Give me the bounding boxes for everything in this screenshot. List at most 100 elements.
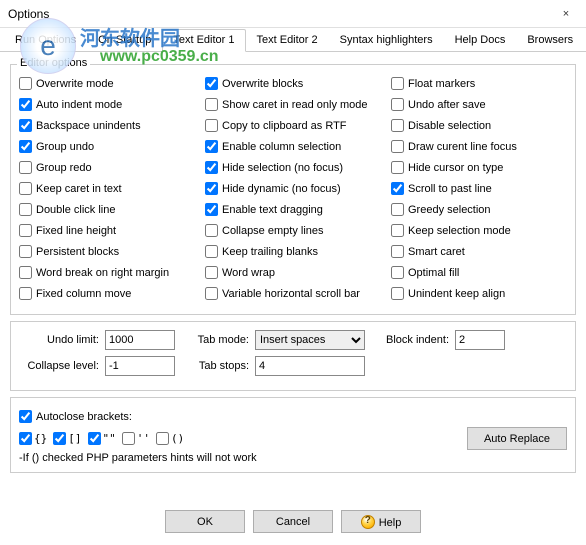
option-collapse_empty[interactable]: Collapse empty lines <box>205 220 381 241</box>
option-enable_col_sel[interactable]: Enable column selection <box>205 136 381 157</box>
checkbox-greedy_selection[interactable] <box>391 203 404 216</box>
option-keep_trailing[interactable]: Keep trailing blanks <box>205 241 381 262</box>
option-word_break_margin[interactable]: Word break on right margin <box>19 262 195 283</box>
checkbox-group_redo[interactable] <box>19 161 32 174</box>
checkbox-group_undo[interactable] <box>19 140 32 153</box>
option-overwrite_blocks[interactable]: Overwrite blocks <box>205 73 381 94</box>
checkbox-smart_caret[interactable] <box>391 245 404 258</box>
option-persistent_blocks[interactable]: Persistent blocks <box>19 241 195 262</box>
checkbox-backspace_unindents[interactable] <box>19 119 32 132</box>
bracket-check-""[interactable] <box>88 432 101 445</box>
option-auto_indent[interactable]: Auto indent mode <box>19 94 195 115</box>
tab-bar: Run OptionsOn StartupText Editor 1Text E… <box>0 28 586 52</box>
checkbox-hide_dyn_nofocus[interactable] <box>205 182 218 195</box>
option-hide_cursor_type[interactable]: Hide cursor on type <box>391 157 567 178</box>
checkbox-keep_sel_mode[interactable] <box>391 224 404 237</box>
option-unindent_keep_align[interactable]: Unindent keep align <box>391 283 567 304</box>
checkbox-var_hscroll[interactable] <box>205 287 218 300</box>
checkbox-float_markers[interactable] <box>391 77 404 90</box>
tab-mode-select[interactable]: Insert spaces <box>255 330 365 350</box>
dialog-buttons: OK Cancel Help <box>0 510 586 533</box>
checkbox-collapse_empty[interactable] <box>205 224 218 237</box>
option-copy_rtf[interactable]: Copy to clipboard as RTF <box>205 115 381 136</box>
label-draw_curline_focus: Draw curent line focus <box>408 141 517 153</box>
tab-syntax-highlighters[interactable]: Syntax highlighters <box>329 29 444 52</box>
checkbox-optimal_fill[interactable] <box>391 266 404 279</box>
option-var_hscroll[interactable]: Variable horizontal scroll bar <box>205 283 381 304</box>
option-float_markers[interactable]: Float markers <box>391 73 567 94</box>
checkbox-draw_curline_focus[interactable] <box>391 140 404 153</box>
checkbox-disable_selection[interactable] <box>391 119 404 132</box>
tab-text-editor-2[interactable]: Text Editor 2 <box>246 29 329 52</box>
tab-text-editor-1[interactable]: Text Editor 1 <box>162 29 245 52</box>
option-double_click_line[interactable]: Double click line <box>19 199 195 220</box>
option-optimal_fill[interactable]: Optimal fill <box>391 262 567 283</box>
tab-mode-label: Tab mode: <box>181 334 249 346</box>
checkbox-enable_col_sel[interactable] <box>205 140 218 153</box>
checkbox-unindent_keep_align[interactable] <box>391 287 404 300</box>
tab-browsers[interactable]: Browsers <box>516 29 584 52</box>
help-button[interactable]: Help <box>341 510 421 533</box>
checkbox-copy_rtf[interactable] <box>205 119 218 132</box>
option-draw_curline_focus[interactable]: Draw curent line focus <box>391 136 567 157</box>
bracket-check-[][interactable] <box>53 432 66 445</box>
bracket-check-()[interactable] <box>156 432 169 445</box>
close-button[interactable]: × <box>546 0 586 28</box>
option-disable_selection[interactable]: Disable selection <box>391 115 567 136</box>
checkbox-hide_cursor_type[interactable] <box>391 161 404 174</box>
option-greedy_selection[interactable]: Greedy selection <box>391 199 567 220</box>
option-scroll_past_line[interactable]: Scroll to past line <box>391 178 567 199</box>
option-group_redo[interactable]: Group redo <box>19 157 195 178</box>
option-group_undo[interactable]: Group undo <box>19 136 195 157</box>
autoclose-brackets-check[interactable]: Autoclose brackets: <box>19 406 567 427</box>
checkbox-auto_indent[interactable] <box>19 98 32 111</box>
label-persistent_blocks: Persistent blocks <box>36 246 119 258</box>
checkbox-double_click_line[interactable] <box>19 203 32 216</box>
option-fixed_column_move[interactable]: Fixed column move <box>19 283 195 304</box>
cancel-button[interactable]: Cancel <box>253 510 333 533</box>
option-undo_after_save[interactable]: Undo after save <box>391 94 567 115</box>
bracket-pair-(): () <box>171 432 184 445</box>
checkbox-word_break_margin[interactable] <box>19 266 32 279</box>
help-icon <box>361 515 375 529</box>
collapse-level-input[interactable] <box>105 356 175 376</box>
checkbox-keep_caret[interactable] <box>19 182 32 195</box>
option-overwrite_mode[interactable]: Overwrite mode <box>19 73 195 94</box>
label-greedy_selection: Greedy selection <box>408 204 491 216</box>
checkbox-hide_sel_nofocus[interactable] <box>205 161 218 174</box>
tab-stops-input[interactable] <box>255 356 365 376</box>
ok-button[interactable]: OK <box>165 510 245 533</box>
checkbox-scroll_past_line[interactable] <box>391 182 404 195</box>
option-word_wrap[interactable]: Word wrap <box>205 262 381 283</box>
checkbox-overwrite_blocks[interactable] <box>205 77 218 90</box>
tab-on-startup[interactable]: On Startup <box>87 29 162 52</box>
option-keep_caret[interactable]: Keep caret in text <box>19 178 195 199</box>
option-show_caret_ro[interactable]: Show caret in read only mode <box>205 94 381 115</box>
checkbox-fixed_line_height[interactable] <box>19 224 32 237</box>
checkbox-keep_trailing[interactable] <box>205 245 218 258</box>
auto-replace-button[interactable]: Auto Replace <box>467 427 567 450</box>
option-enable_text_drag[interactable]: Enable text dragging <box>205 199 381 220</box>
bracket-check-{}[interactable] <box>19 432 32 445</box>
checkbox-word_wrap[interactable] <box>205 266 218 279</box>
option-fixed_line_height[interactable]: Fixed line height <box>19 220 195 241</box>
tab-help-docs[interactable]: Help Docs <box>444 29 517 52</box>
option-hide_sel_nofocus[interactable]: Hide selection (no focus) <box>205 157 381 178</box>
bracket-check-''[interactable] <box>122 432 135 445</box>
settings-group: Undo limit: Tab mode: Insert spaces Bloc… <box>10 321 576 391</box>
option-smart_caret[interactable]: Smart caret <box>391 241 567 262</box>
option-backspace_unindents[interactable]: Backspace unindents <box>19 115 195 136</box>
checkbox-persistent_blocks[interactable] <box>19 245 32 258</box>
undo-limit-input[interactable] <box>105 330 175 350</box>
checkbox-overwrite_mode[interactable] <box>19 77 32 90</box>
tab-run-options[interactable]: Run Options <box>4 29 87 52</box>
option-keep_sel_mode[interactable]: Keep selection mode <box>391 220 567 241</box>
autoclose-checkbox[interactable] <box>19 410 32 423</box>
option-hide_dyn_nofocus[interactable]: Hide dynamic (no focus) <box>205 178 381 199</box>
checkbox-enable_text_drag[interactable] <box>205 203 218 216</box>
block-indent-input[interactable] <box>455 330 505 350</box>
checkbox-undo_after_save[interactable] <box>391 98 404 111</box>
checkbox-show_caret_ro[interactable] <box>205 98 218 111</box>
checkbox-fixed_column_move[interactable] <box>19 287 32 300</box>
label-fixed_line_height: Fixed line height <box>36 225 116 237</box>
